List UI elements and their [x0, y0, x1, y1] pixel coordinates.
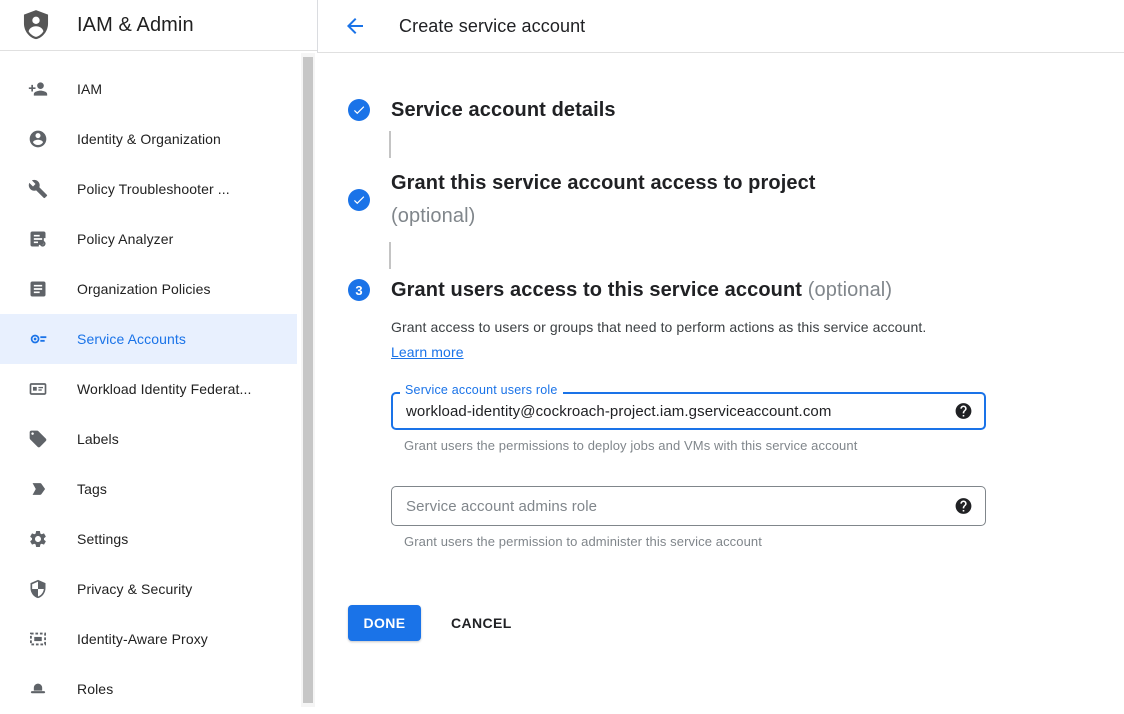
account-circle-icon	[28, 129, 48, 149]
step-connector-line	[389, 131, 391, 158]
service-account-icon	[28, 329, 48, 349]
sidebar-item-iam[interactable]: IAM	[0, 64, 297, 114]
sidebar-item-label: Policy Analyzer	[77, 231, 173, 247]
field-helper-text: Grant users the permission to administer…	[404, 534, 986, 550]
cancel-button[interactable]: CANCEL	[451, 615, 512, 631]
step-optional-label: (optional)	[391, 205, 475, 227]
sidebar-item-privacy-security[interactable]: Privacy & Security	[0, 564, 297, 614]
sidebar-item-organization-policies[interactable]: Organization Policies	[0, 264, 297, 314]
field-label: Service account users role	[400, 383, 563, 397]
tag-icon	[28, 479, 48, 499]
wizard-actions: DONE CANCEL	[348, 605, 1124, 641]
sidebar-item-label: Workload Identity Federat...	[77, 381, 252, 397]
step-connector-line	[389, 242, 391, 269]
sidebar-scrollbar-track	[301, 53, 315, 707]
gear-icon	[28, 529, 48, 549]
arrow-back-icon	[343, 14, 367, 38]
sidebar-item-identity-aware-proxy[interactable]: Identity-Aware Proxy	[0, 614, 297, 664]
sidebar-item-label: Organization Policies	[77, 281, 211, 297]
sidebar-item-workload-identity-federation[interactable]: Workload Identity Federat...	[0, 364, 297, 414]
field-helper-text: Grant users the permissions to deploy jo…	[404, 438, 986, 454]
step-grant-users-access: 3 Grant users access to this service acc…	[348, 278, 1124, 302]
wrench-icon	[28, 179, 48, 199]
step-complete-check-icon	[348, 99, 370, 121]
iam-shield-person-icon	[19, 8, 53, 42]
step-number-badge: 3	[348, 279, 370, 301]
sidebar-item-tags[interactable]: Tags	[0, 464, 297, 514]
sidebar-header: IAM & Admin	[0, 0, 317, 51]
sidebar-item-identity-organization[interactable]: Identity & Organization	[0, 114, 297, 164]
sidebar-scrollbar-thumb[interactable]	[303, 57, 313, 703]
step-optional-label: (optional)	[808, 279, 892, 301]
sidebar-item-label: Identity & Organization	[77, 131, 221, 147]
wizard-content: Service account details Grant this servi…	[317, 98, 1124, 641]
sidebar-item-label: Service Accounts	[77, 331, 186, 347]
done-button[interactable]: DONE	[348, 605, 421, 641]
sidebar-item-policy-analyzer[interactable]: Policy Analyzer	[0, 214, 297, 264]
article-icon	[28, 279, 48, 299]
sidebar-item-label: IAM	[77, 81, 102, 97]
step-service-account-details[interactable]: Service account details	[348, 98, 1124, 122]
label-icon	[28, 429, 48, 449]
sidebar: IAM & Admin IAM Identity & Organization …	[0, 0, 317, 707]
main-panel: Create service account Service account d…	[317, 0, 1124, 707]
step-title: Grant this service account access to pro…	[391, 167, 816, 233]
sidebar-item-settings[interactable]: Settings	[0, 514, 297, 564]
sidebar-item-label: Privacy & Security	[77, 581, 192, 597]
policy-analyzer-icon	[28, 229, 48, 249]
shield-half-icon	[28, 579, 48, 599]
hat-icon	[28, 679, 48, 699]
sidebar-item-label: Tags	[77, 481, 107, 497]
sidebar-item-labels[interactable]: Labels	[0, 414, 297, 464]
service-account-users-role-field: Service account users role Grant users t…	[391, 392, 986, 454]
sidebar-item-policy-troubleshooter[interactable]: Policy Troubleshooter ...	[0, 164, 297, 214]
step-title: Grant users access to this service accou…	[391, 278, 892, 302]
page-title: Create service account	[399, 16, 585, 37]
service-account-users-role-input[interactable]	[391, 392, 986, 430]
step-complete-check-icon	[348, 189, 370, 211]
sidebar-item-label: Labels	[77, 431, 119, 447]
sidebar-nav: IAM Identity & Organization Policy Troub…	[0, 51, 317, 714]
sidebar-item-service-accounts[interactable]: Service Accounts	[0, 314, 297, 364]
help-icon	[954, 402, 973, 421]
sidebar-item-label: Policy Troubleshooter ...	[77, 181, 230, 197]
person-add-icon	[28, 79, 48, 99]
help-button[interactable]	[954, 497, 973, 516]
service-account-admins-role-input[interactable]	[391, 486, 986, 526]
service-account-admins-role-field: Grant users the permission to administer…	[391, 486, 986, 550]
product-name: IAM & Admin	[77, 14, 194, 37]
learn-more-link[interactable]: Learn more	[391, 344, 464, 360]
step-grant-access-to-project[interactable]: Grant this service account access to pro…	[348, 167, 1124, 233]
section-description: Grant access to users or groups that nee…	[391, 315, 951, 365]
proxy-icon	[28, 629, 48, 649]
back-button[interactable]	[343, 14, 367, 38]
help-button[interactable]	[954, 402, 973, 421]
step-title: Service account details	[391, 98, 616, 122]
help-icon	[954, 497, 973, 516]
identity-card-icon	[28, 379, 48, 399]
sidebar-item-label: Identity-Aware Proxy	[77, 631, 208, 647]
page-header: Create service account	[317, 0, 1124, 53]
sidebar-item-label: Settings	[77, 531, 128, 547]
sidebar-item-label: Roles	[77, 681, 113, 697]
